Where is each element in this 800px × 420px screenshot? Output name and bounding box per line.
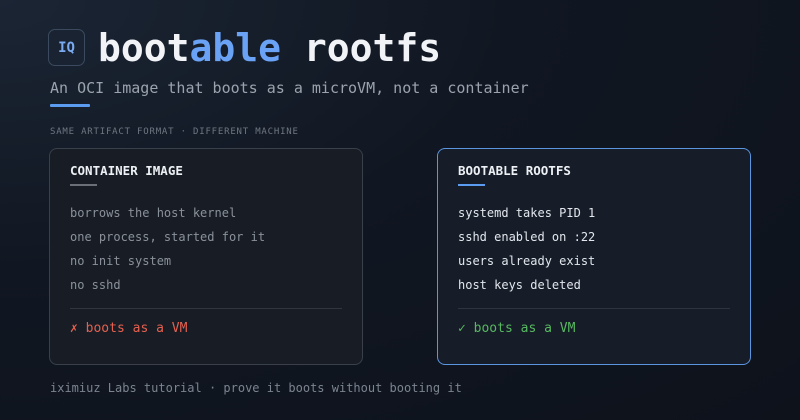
list-item: users already exist: [458, 254, 596, 268]
card-title-underline: [458, 184, 485, 186]
logo-badge: IQ: [48, 29, 85, 66]
card-divider: [70, 308, 342, 309]
section-kicker: SAME ARTIFACT FORMAT · DIFFERENT MACHINE: [50, 127, 299, 137]
list-item: sshd enabled on :22: [458, 230, 596, 244]
list-item: host keys deleted: [458, 278, 581, 292]
footer-caption: iximiuz Labs tutorial · prove it boots w…: [50, 381, 462, 395]
title-part-rootfs: rootfs: [281, 26, 442, 70]
card-title: BOOTABLE ROOTFS: [458, 163, 571, 178]
verdict-fail: ✗ boots as a VM: [70, 321, 188, 336]
bootable-rootfs-card: BOOTABLE ROOTFS systemd takes PID 1 sshd…: [437, 148, 751, 365]
card-title-underline: [70, 184, 97, 186]
list-item: borrows the host kernel: [70, 206, 237, 220]
list-item: no sshd: [70, 278, 121, 292]
verdict-success: ✓ boots as a VM: [458, 321, 576, 336]
title-part-boot: boot: [98, 26, 190, 70]
card-item-list: systemd takes PID 1 sshd enabled on :22 …: [458, 201, 595, 297]
card-divider: [458, 308, 730, 309]
subtitle-underline: [50, 104, 90, 107]
logo-text: IQ: [58, 39, 75, 56]
list-item: one process, started for it: [70, 230, 266, 244]
list-item: systemd takes PID 1: [458, 206, 596, 220]
container-image-card: CONTAINER IMAGE borrows the host kernel …: [49, 148, 363, 365]
page-subtitle: An OCI image that boots as a microVM, no…: [50, 79, 529, 97]
title-part-able: able: [189, 26, 282, 70]
list-item: no init system: [70, 254, 172, 268]
card-title: CONTAINER IMAGE: [70, 163, 183, 178]
page-title: bootable rootfs: [98, 22, 441, 74]
card-item-list: borrows the host kernel one process, sta…: [70, 201, 265, 297]
